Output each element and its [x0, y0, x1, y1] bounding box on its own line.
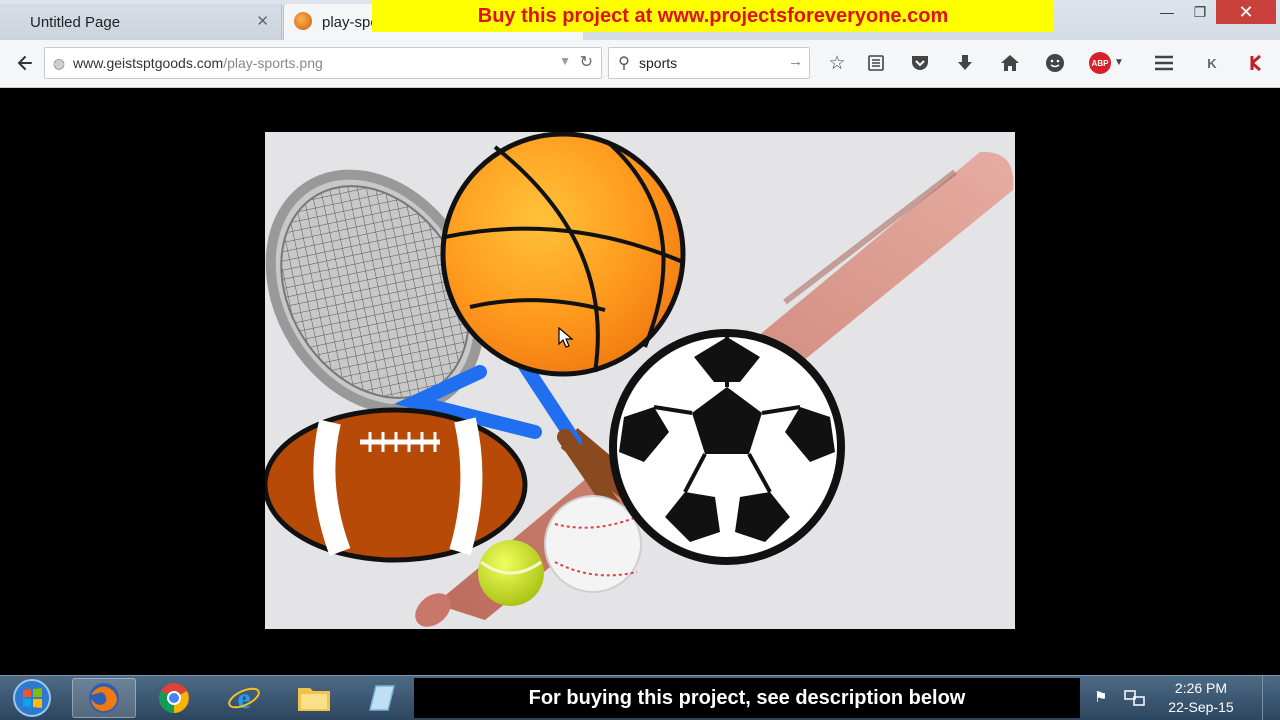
chrome-icon: [159, 683, 189, 713]
minimize-button[interactable]: —: [1150, 0, 1184, 24]
bottom-promo-banner: For buying this project, see description…: [414, 678, 1080, 718]
tennis-ball: [478, 540, 544, 606]
windows-logo-icon: [13, 679, 51, 717]
taskbar-chrome[interactable]: [142, 678, 206, 718]
title-bar: Untitled Page ✕ play-sports.png Buy this…: [0, 0, 1280, 40]
soccer-ball: [609, 329, 845, 565]
hello-icon[interactable]: [1039, 49, 1071, 77]
k-extension-label: K: [1207, 55, 1217, 71]
firefox-icon: [89, 683, 119, 713]
sports-equipment-image: [265, 132, 1015, 629]
internet-explorer-icon: e: [228, 682, 260, 715]
adblock-dropdown-icon[interactable]: ▼: [1114, 57, 1124, 68]
globe-icon: ◍: [52, 54, 66, 71]
history-dropdown-icon[interactable]: ▼: [559, 54, 571, 68]
kaspersky-icon[interactable]: [1241, 49, 1273, 77]
baseball: [544, 495, 642, 593]
pocket-icon[interactable]: [904, 49, 936, 77]
taskbar-file-explorer[interactable]: [282, 678, 346, 718]
clock-time: 2:26 PM: [1174, 680, 1228, 696]
search-input[interactable]: sports: [639, 55, 677, 71]
american-football: [265, 407, 528, 563]
menu-icon[interactable]: [1148, 49, 1180, 77]
bookmark-star-icon[interactable]: ☆: [821, 49, 853, 77]
reload-icon[interactable]: ↻: [580, 52, 593, 72]
tab-label: Untitled Page: [30, 13, 121, 31]
navigation-toolbar: ◍ www.geistsptgoods.com /play-sports.png…: [0, 40, 1280, 88]
network-icon[interactable]: [1124, 688, 1146, 708]
action-center-flag-icon[interactable]: ⚑: [1094, 688, 1114, 708]
back-button[interactable]: [10, 49, 40, 77]
search-go-icon[interactable]: →: [788, 53, 803, 70]
k-extension-icon[interactable]: K: [1196, 49, 1228, 77]
tab-untitled-page[interactable]: Untitled Page ✕: [0, 4, 282, 40]
home-icon[interactable]: [994, 49, 1026, 77]
show-desktop-button[interactable]: [1262, 676, 1280, 720]
adblock-icon[interactable]: ABP: [1089, 52, 1111, 74]
back-icon: [17, 56, 32, 70]
taskbar-notepad[interactable]: [352, 678, 416, 718]
url-path: /play-sports.png: [223, 55, 323, 71]
start-button[interactable]: [0, 678, 64, 718]
promo-banner: Buy this project at www.projectsforevery…: [372, 0, 1054, 32]
search-icon: ⚲: [618, 55, 630, 72]
search-bar[interactable]: ⚲ sports →: [608, 47, 810, 79]
taskbar-firefox[interactable]: [72, 678, 136, 718]
svg-text:e: e: [237, 682, 250, 715]
close-tab-icon[interactable]: ✕: [256, 12, 269, 30]
notepad-icon: [369, 685, 395, 711]
clock-date: 22-Sep-15: [1168, 699, 1234, 715]
close-window-button[interactable]: ✕: [1216, 0, 1276, 24]
url-host: www.geistsptgoods.com: [73, 55, 224, 71]
reading-list-icon[interactable]: [860, 49, 892, 77]
favicon-icon: [294, 12, 312, 30]
mouse-cursor-icon: [558, 327, 574, 348]
download-icon[interactable]: [949, 49, 981, 77]
page-content: [0, 89, 1280, 675]
maximize-button[interactable]: ❐: [1184, 0, 1216, 24]
windows-taskbar: e For buying this project, see descripti…: [0, 675, 1280, 720]
system-clock[interactable]: 2:26 PM 22-Sep-15: [1160, 679, 1242, 717]
url-bar[interactable]: ◍ www.geistsptgoods.com /play-sports.png…: [44, 47, 602, 79]
taskbar-internet-explorer[interactable]: e: [212, 678, 276, 718]
folder-icon: [298, 688, 330, 711]
